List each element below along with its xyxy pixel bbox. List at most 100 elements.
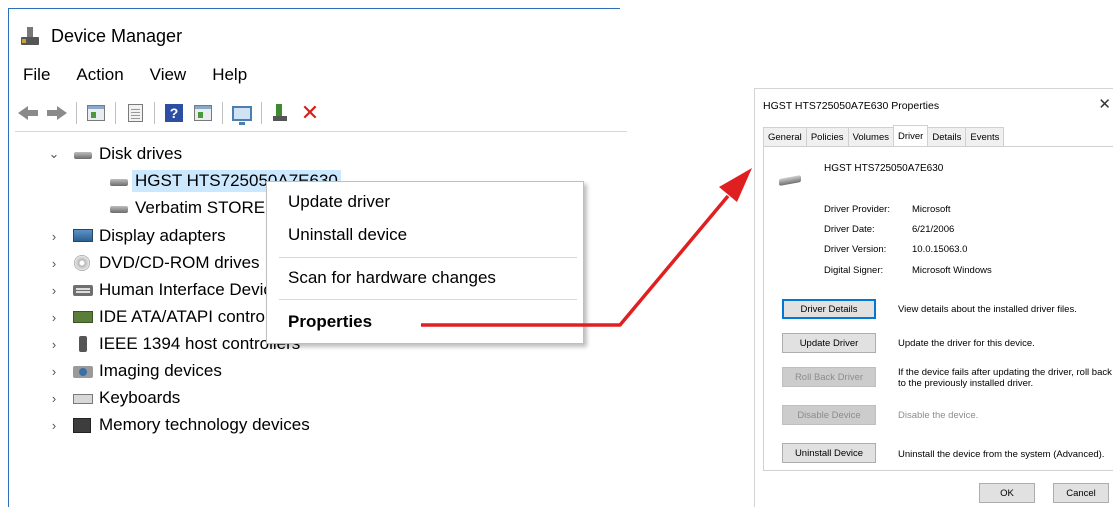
tree-node-label: Human Interface Devices [99,280,290,299]
menu-view[interactable]: View [143,65,194,85]
digital-signer-label: Digital Signer: [824,265,884,276]
driver-date-label: Driver Date: [824,224,875,235]
properties-icon[interactable] [122,101,148,125]
properties-dialog: HGST HTS725050A7E630 Properties ✕ Genera… [754,88,1113,507]
tree-node-label: Disk drives [99,144,183,163]
driver-version-value: 10.0.15063.0 [912,244,968,255]
tab-policies[interactable]: Policies [805,127,849,146]
tree-node-imaging[interactable]: › Imaging devices [47,358,222,384]
ide-controller-icon [73,309,93,325]
show-hide-console-tree-icon[interactable] [83,101,109,125]
action-pane-icon[interactable] [190,101,216,125]
tree-node-keyboards[interactable]: › Keyboards [47,385,180,411]
disable-device-description: Disable the device. [898,410,979,421]
tree-node-label: Display adapters [99,226,226,245]
menu-file[interactable]: File [19,65,57,85]
dvd-drive-icon [73,255,93,271]
menu-action[interactable]: Action [69,65,130,85]
back-icon[interactable] [15,101,41,125]
tab-general[interactable]: General [763,127,807,146]
tab-events[interactable]: Events [965,127,1005,146]
toolbar-divider [15,131,627,132]
driver-version-label: Driver Version: [824,244,887,255]
update-driver-button[interactable]: Update Driver [782,333,876,353]
display-adapter-icon [73,228,93,244]
add-driver-icon[interactable] [268,101,294,125]
tree-node-label: Imaging devices [99,361,222,380]
tree-node-ide-ata[interactable]: › IDE ATA/ATAPI controllers [47,304,296,330]
tree-node-disk-drives[interactable]: ⌄ Disk drives [47,141,183,167]
driver-details-description: View details about the installed driver … [898,304,1077,315]
toolbar-separator [222,102,223,124]
menu-item-properties[interactable]: Properties [288,310,372,334]
tree-node-hid[interactable]: › Human Interface Devices [47,277,290,303]
disk-drive-icon [779,175,801,185]
cancel-button[interactable]: Cancel [1053,483,1109,503]
chevron-right-icon[interactable]: › [47,256,61,271]
window-title-bar: Device Manager [19,23,182,49]
close-icon[interactable]: ✕ [1098,95,1111,113]
chevron-right-icon[interactable]: › [47,364,61,379]
menu-separator [279,257,577,258]
memory-device-icon [73,417,93,433]
chevron-right-icon[interactable]: › [47,418,61,433]
forward-icon[interactable] [44,101,70,125]
uninstall-device-description: Uninstall the device from the system (Ad… [898,449,1105,460]
toolbar-separator [76,102,77,124]
menu-help[interactable]: Help [205,65,254,85]
roll-back-driver-description: If the device fails after updating the d… [898,367,1112,389]
context-menu: Update driver Uninstall device Scan for … [266,181,584,344]
tree-node-ieee-1394[interactable]: › IEEE 1394 host controllers [47,331,300,357]
tab-volumes[interactable]: Volumes [847,127,894,146]
toolbar-separator [154,102,155,124]
roll-back-driver-button[interactable]: Roll Back Driver [782,367,876,387]
tree-node-dvd-cd-rom[interactable]: › DVD/CD-ROM drives [47,250,260,276]
toolbar: ? ✕ [15,99,326,127]
uninstall-icon[interactable]: ✕ [297,101,323,125]
help-icon[interactable]: ? [161,101,187,125]
tree-node-label: DVD/CD-ROM drives [99,253,260,272]
tree-node-display-adapters[interactable]: › Display adapters [47,223,226,249]
device-name: HGST HTS725050A7E630 [824,163,944,174]
annotation-arrow-head [719,168,752,202]
driver-tab-panel: HGST HTS725050A7E630 Driver Provider: Mi… [763,146,1113,471]
ok-button[interactable]: OK [979,483,1035,503]
menu-separator [279,299,577,300]
menu-item-update-driver[interactable]: Update driver [288,190,390,214]
toolbar-separator [261,102,262,124]
keyboard-icon [73,390,93,406]
tree-node-memory-technology[interactable]: › Memory technology devices [47,412,310,438]
tree-node-label: Keyboards [99,388,181,407]
disk-drive-icon [109,173,129,189]
chevron-down-icon[interactable]: ⌄ [47,146,61,161]
window-title: Device Manager [51,25,183,46]
tree-node-label: Memory technology devices [99,415,310,434]
driver-date-value: 6/21/2006 [912,224,955,235]
menu-bar: File Action View Help [19,65,266,85]
human-interface-device-icon [73,282,93,298]
driver-provider-label: Driver Provider: [824,204,890,215]
scan-hardware-icon[interactable] [229,101,255,125]
chevron-right-icon[interactable]: › [47,283,61,298]
disable-device-button[interactable]: Disable Device [782,405,876,425]
uninstall-device-button[interactable]: Uninstall Device [782,443,876,463]
disk-drive-icon [109,200,129,216]
tab-driver[interactable]: Driver [893,125,929,146]
chevron-right-icon[interactable]: › [47,229,61,244]
driver-details-button[interactable]: Driver Details [782,299,876,319]
device-manager-icon [19,25,41,47]
toolbar-separator [115,102,116,124]
dialog-title: HGST HTS725050A7E630 Properties [763,100,940,112]
tab-details[interactable]: Details [927,127,967,146]
ieee-1394-icon [73,336,93,352]
digital-signer-value: Microsoft Windows [912,265,992,276]
menu-item-uninstall-device[interactable]: Uninstall device [288,223,407,247]
chevron-right-icon[interactable]: › [47,391,61,406]
tab-bar: General Policies Volumes Driver Details … [763,125,1005,147]
update-driver-description: Update the driver for this device. [898,338,1035,349]
menu-item-scan-hardware[interactable]: Scan for hardware changes [288,266,496,290]
chevron-right-icon[interactable]: › [47,310,61,325]
driver-provider-value: Microsoft [912,204,951,215]
imaging-device-icon [73,363,93,379]
chevron-right-icon[interactable]: › [47,337,61,352]
